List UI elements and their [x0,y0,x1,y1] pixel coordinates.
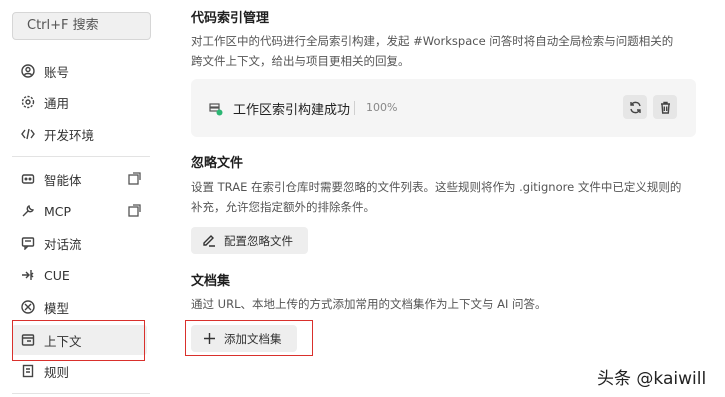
sidebar-item-label: 规则 [44,364,70,380]
code-index-description: 对工作区中的代码进行全局索引构建，发起 #Workspace 问答时将自动全局检… [191,31,696,71]
model-icon [20,299,36,315]
sidebar-item-account[interactable]: 账号 [12,56,147,86]
index-status-text: 工作区索引构建成功 [233,103,351,118]
sidebar-item-cue[interactable]: CUE [12,260,147,290]
sidebar-item-label: 通用 [44,95,70,111]
settings-window: Ctrl+F 搜索 账号 通用 开发环境 智能体 MCP 对话流 CUE 模型 … [0,0,725,397]
status-separator [354,101,355,115]
gear-icon [20,94,36,110]
sidebar-item-mcp[interactable]: MCP [12,196,147,226]
index-status-card: 工作区索引构建成功 100% [191,79,696,137]
highlight-box [185,320,313,356]
user-icon [20,63,36,79]
sidebar-divider [12,156,150,157]
external-link-icon[interactable] [128,204,141,217]
delete-index-button[interactable] [653,95,677,119]
sidebar-item-label: 模型 [44,300,70,316]
ignore-desc-line: 补充，允许您指定额外的排除条件。 [191,200,375,214]
watermark-text: 头条 @kaiwill [597,369,707,389]
ignore-desc-line: 设置 TRAE 在索引仓库时需要忽略的文件列表。这些规则将作为 .gitigno… [191,180,682,194]
sidebar-item-label: CUE [44,267,70,283]
sidebar-item-label: 开发环境 [44,127,95,143]
external-link-icon[interactable] [128,172,141,185]
sidebar-item-general[interactable]: 通用 [12,87,147,117]
search-input[interactable]: Ctrl+F 搜索 [12,12,151,40]
sidebar-item-label: MCP [44,203,72,219]
sidebar-item-label: 智能体 [44,172,82,188]
sidebar-divider [12,393,150,394]
database-success-icon [209,101,223,116]
wrench-icon [20,203,36,219]
section-title-docs: 文档集 [191,274,231,289]
edit-icon [203,235,215,247]
section-title-ignore-files: 忽略文件 [191,156,244,171]
refresh-index-button[interactable] [623,95,647,119]
chat-icon [20,235,36,251]
code-index-desc-line: 对工作区中的代码进行全局索引构建，发起 #Workspace 问答时将自动全局检… [191,34,674,48]
configure-ignore-files-button[interactable]: 配置忽略文件 [191,227,308,254]
refresh-icon [629,101,641,113]
button-label: 配置忽略文件 [224,233,293,248]
agent-icon [20,171,36,187]
sidebar-item-dialog-flow[interactable]: 对话流 [12,228,147,258]
index-progress: 100% [366,101,398,114]
code-icon [20,126,36,142]
sidebar-item-label: 对话流 [44,236,82,252]
section-title-code-index: 代码索引管理 [191,11,270,26]
ignore-files-description: 设置 TRAE 在索引仓库时需要忽略的文件列表。这些规则将作为 .gitigno… [191,177,696,217]
rules-icon [20,363,36,379]
settings-sidebar: Ctrl+F 搜索 账号 通用 开发环境 智能体 MCP 对话流 CUE 模型 … [0,0,165,397]
sidebar-item-agent[interactable]: 智能体 [12,164,147,194]
sidebar-item-dev-env[interactable]: 开发环境 [12,119,147,149]
code-index-desc-line: 跨文件上下文，给出与项目更相关的回复。 [191,54,410,68]
docs-description: 通过 URL、本地上传的方式添加常用的文档集作为上下文与 AI 问答。 [191,297,547,311]
sidebar-item-model[interactable]: 模型 [12,292,147,322]
sidebar-item-label: 账号 [44,64,70,80]
trash-icon [660,101,670,114]
highlight-box [12,320,145,361]
cue-icon [20,267,36,283]
